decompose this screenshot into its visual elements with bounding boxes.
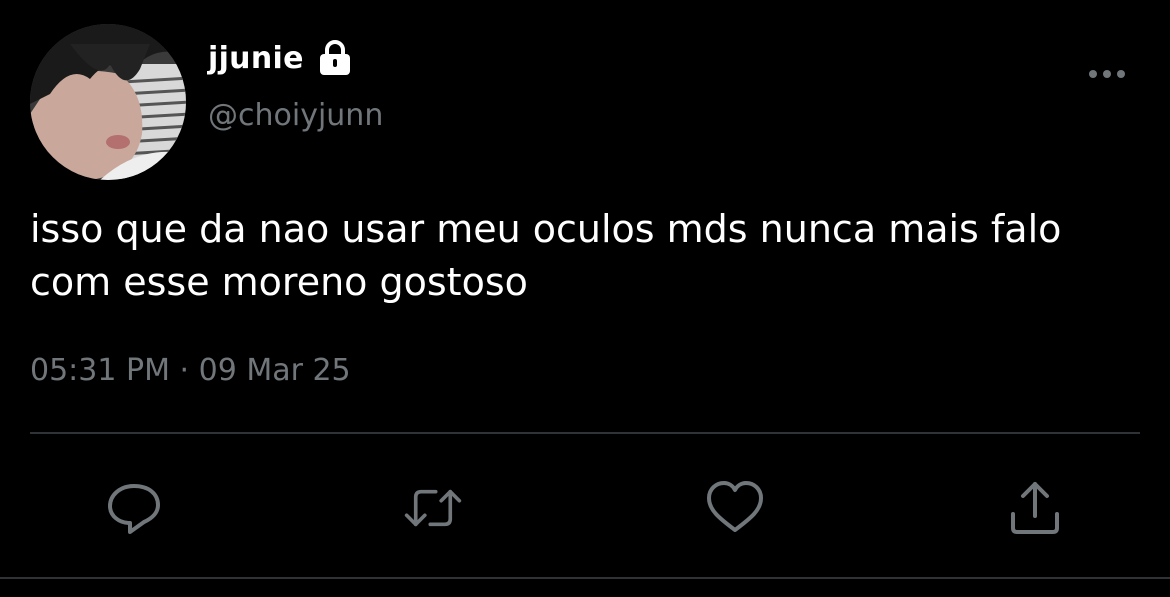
retweet-icon <box>404 489 462 527</box>
lock-icon <box>318 40 352 76</box>
retweet-button[interactable] <box>403 478 463 538</box>
share-button[interactable] <box>1005 478 1065 538</box>
tweet-time[interactable]: 05:31 PM <box>30 353 170 388</box>
avatar[interactable] <box>30 24 186 180</box>
share-icon <box>1011 482 1059 534</box>
meta-separator: · <box>179 353 190 388</box>
divider <box>30 432 1140 434</box>
tweet-text: isso que da nao usar meu oculos mds nunc… <box>30 207 1062 304</box>
user-name-row: jjunie <box>208 40 352 76</box>
user-handle[interactable]: @choiyjunn <box>208 98 383 133</box>
reply-button[interactable] <box>104 478 164 538</box>
tweet-date[interactable]: 09 Mar 25 <box>199 353 351 388</box>
like-icon <box>707 481 763 532</box>
more-horizontal-icon[interactable] <box>1086 62 1128 86</box>
bottom-divider <box>0 577 1170 579</box>
like-button[interactable] <box>705 478 765 538</box>
reply-icon <box>108 484 160 534</box>
profile-photo <box>30 24 186 180</box>
display-name[interactable]: jjunie <box>208 41 304 76</box>
tweet-meta: 05:31 PM · 09 Mar 25 <box>30 353 351 388</box>
